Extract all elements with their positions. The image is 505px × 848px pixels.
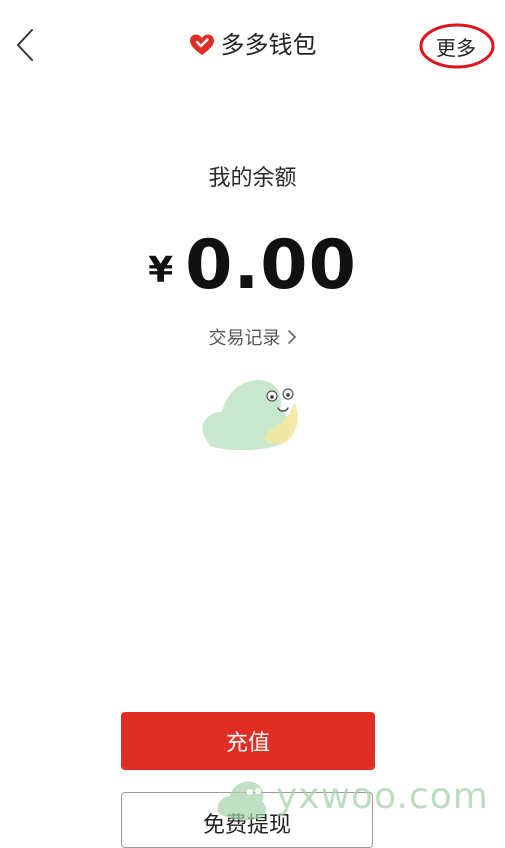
free-withdraw-button[interactable]: 免费提现 [121, 792, 373, 848]
heart-icon [189, 34, 214, 55]
balance-amount: ¥0.00 [0, 226, 505, 305]
transaction-history-label: 交易记录 [208, 328, 281, 349]
more-button[interactable]: 更多 [420, 26, 492, 66]
chevron-right-icon [287, 330, 296, 344]
balance-label: 我的余额 [208, 166, 297, 191]
balance-value: 0.00 [185, 226, 357, 305]
page-title-text: 多多钱包 [220, 31, 317, 59]
mascot-watermark-icon [202, 380, 298, 451]
top-bar: 多多钱包 更多 [0, 0, 505, 92]
currency-symbol: ¥ [148, 250, 174, 291]
transaction-history-link[interactable]: 交易记录 [0, 324, 505, 350]
recharge-button[interactable]: 充值 [121, 712, 375, 770]
